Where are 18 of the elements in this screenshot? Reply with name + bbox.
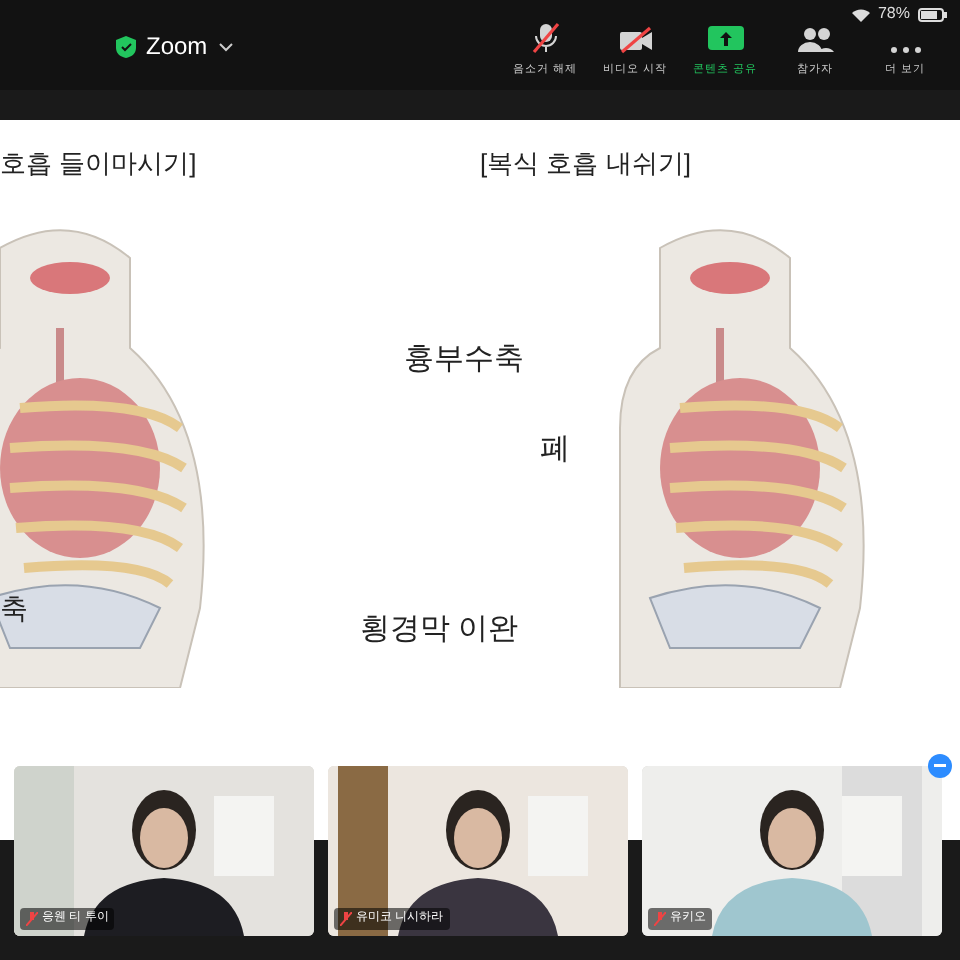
slide-heading: [복식 호흡 내쉬기] [480,146,693,182]
muted-mic-icon [531,21,559,54]
chevron-down-icon [217,41,234,51]
meeting-title-button[interactable]: Zoom [116,28,234,64]
share-screen-icon [707,25,743,54]
people-icon [797,25,833,54]
shield-check-icon [116,35,136,57]
minus-icon [934,764,946,768]
slide-heading: 호흡 들이마시기] [0,146,199,182]
diagram-label: 축 [0,589,28,627]
wifi-icon [851,7,870,21]
diagram-label: 폐 [540,429,570,469]
diagram-label: 흉부수축 [404,339,524,379]
video-off-icon [617,25,653,54]
diagram-label: 횡경막 이완 [360,609,519,649]
battery-icon [918,7,948,21]
battery-level: 78% [877,2,910,26]
more-icon [889,45,921,54]
